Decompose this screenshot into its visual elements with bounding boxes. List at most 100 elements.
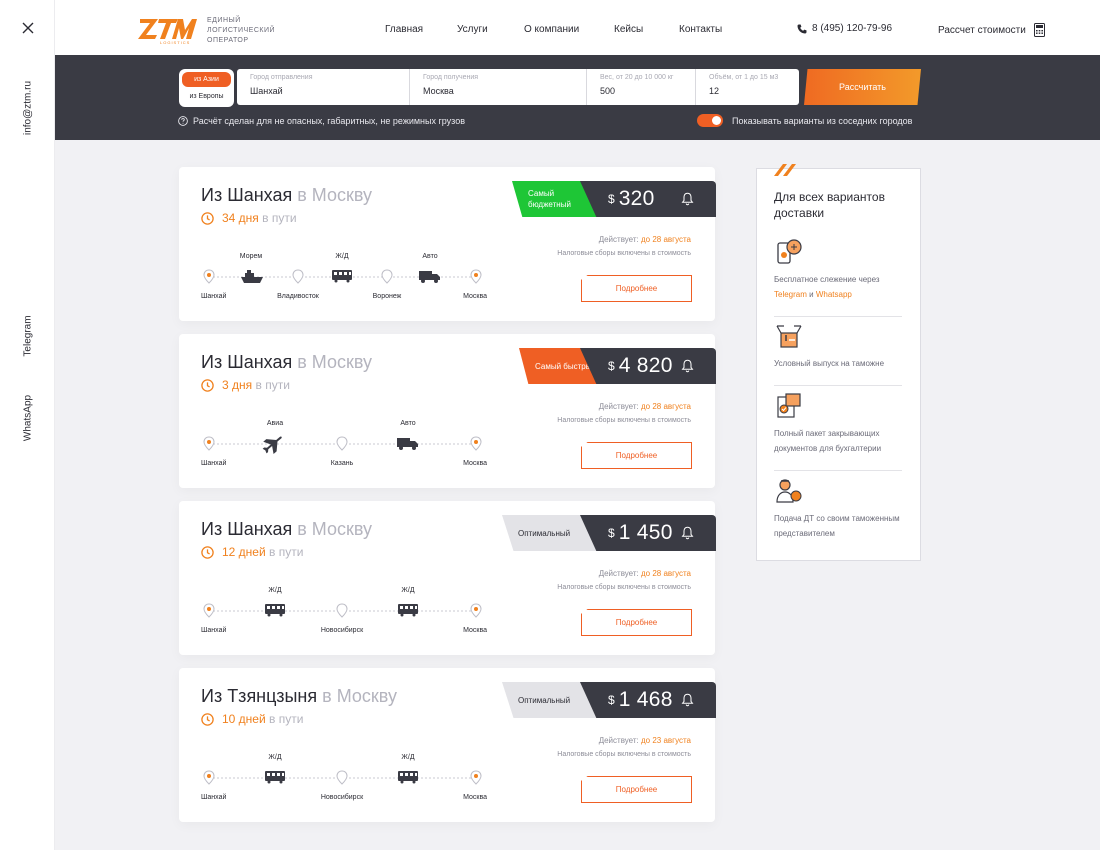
benefit-text: Бесплатное слежение через Telegram и What…: [774, 272, 906, 302]
offer-title: Из Тзянцзыня в Москву: [201, 686, 397, 707]
pin-icon: [470, 436, 482, 451]
pin-icon: [336, 436, 348, 451]
details-button[interactable]: Подробнее: [581, 442, 692, 469]
clock-icon: [201, 545, 214, 559]
clock-icon: [201, 211, 214, 225]
valid-label: Действует:: [598, 736, 639, 745]
nearby-cities-label: Показывать варианты из соседних городов: [732, 115, 913, 126]
valid-label: Действует:: [598, 569, 639, 578]
phone-number: 8 (495) 120-79-96: [812, 23, 893, 34]
offer-days-suffix: в пути: [262, 211, 297, 225]
divider: [774, 316, 902, 317]
pin-icon: [203, 436, 215, 451]
bell-icon[interactable]: [681, 526, 694, 540]
benefit-item: Условный выпуск на таможне: [774, 321, 906, 386]
stop-label: Казань: [331, 460, 354, 467]
sidebar-whatsapp-link[interactable]: WhatsApp: [23, 395, 34, 441]
mode-label: Морем: [240, 253, 263, 260]
offer-days-suffix: в пути: [255, 378, 290, 392]
benefits-panel: Для всех вариантов доставки Бесплатное с…: [756, 164, 921, 561]
clock-icon: [201, 712, 214, 726]
cargo-note: Расчёт сделан для не опасных, габаритных…: [178, 116, 465, 126]
telegram-link[interactable]: Telegram: [774, 290, 807, 299]
nav-cases[interactable]: Кейсы: [614, 24, 643, 35]
calc-cost-link[interactable]: Рассчет стоимости: [938, 23, 1045, 37]
train-icon: [398, 771, 418, 784]
pin-icon: [470, 770, 482, 785]
offer-card: Из Тзянцзыня в Москву 10 дней в пути Опт…: [179, 668, 716, 822]
bell-icon[interactable]: [681, 359, 694, 373]
nearby-cities-toggle[interactable]: [697, 114, 723, 127]
pin-icon: [203, 603, 215, 618]
benefit-text: Полный пакет закрывающих документов для …: [774, 429, 882, 453]
volume-input[interactable]: [709, 86, 786, 96]
results-area: Из Шанхая в Москву 34 дня в пути Самый б…: [55, 140, 1100, 850]
nav-home[interactable]: Главная: [385, 24, 423, 35]
to-city-input[interactable]: [423, 86, 573, 96]
nav-services[interactable]: Услуги: [457, 24, 488, 35]
sidebar-email-link[interactable]: info@ztm.ru: [23, 81, 34, 135]
offer-days-suffix: в пути: [269, 712, 304, 726]
phone-icon: [797, 24, 807, 33]
details-button[interactable]: Подробнее: [581, 776, 692, 803]
pin-icon: [292, 269, 304, 284]
top-header: LOGISTICS Единый логистический оператор …: [55, 0, 1100, 55]
offer-days: 10 дней: [222, 712, 266, 726]
sidebar-telegram-link[interactable]: Telegram: [23, 315, 34, 356]
weight-input[interactable]: [600, 86, 682, 96]
valid-date: до 28 августа: [640, 569, 691, 578]
mode-label: Авиа: [267, 420, 283, 427]
price-amount: 1 468: [618, 688, 673, 711]
offer-days: 34 дня: [222, 211, 259, 225]
benefit-item: Бесплатное слежение через Telegram и What…: [774, 237, 906, 317]
stop-label: Новосибирск: [321, 793, 364, 801]
offer-destination: в Москву: [322, 686, 397, 706]
train-icon: [398, 604, 418, 617]
offer-card: Из Шанхая в Москву 3 дня в пути Самый бы…: [179, 334, 716, 488]
offer-days: 3 дня: [222, 378, 253, 392]
to-city-field[interactable]: Город получения: [410, 69, 587, 105]
calculator-icon: [1033, 23, 1045, 37]
stop-label: Новосибирск: [321, 626, 364, 634]
volume-field[interactable]: Объём, от 1 до 15 м3: [696, 69, 799, 105]
details-button[interactable]: Подробнее: [581, 609, 692, 636]
region-europe-option[interactable]: из Европы: [182, 89, 231, 104]
mode-label: Ж/Д: [401, 587, 414, 594]
offer-destination: в Москву: [297, 352, 373, 372]
stop-label: Москва: [463, 794, 487, 801]
details-button[interactable]: Подробнее: [581, 275, 692, 302]
customs-broker-icon: [776, 479, 802, 503]
price-currency: $: [608, 693, 615, 707]
close-icon[interactable]: [19, 19, 37, 37]
offer-title: Из Шанхая в Москву: [201, 519, 372, 540]
nav-contacts[interactable]: Контакты: [679, 24, 722, 35]
route-diagram: Морем Ж/Д Авто Шанхай Владивосток Вороне…: [201, 253, 487, 300]
from-city-input[interactable]: [250, 86, 396, 96]
stop-label: Москва: [463, 627, 487, 634]
weight-field[interactable]: Вес, от 20 до 10 000 кг: [587, 69, 696, 105]
offer-taxes: Налоговые сборы включены в стоимость: [557, 250, 691, 257]
mode-label: Ж/Д: [268, 587, 281, 594]
svg-text:LOGISTICS: LOGISTICS: [160, 40, 190, 45]
bell-icon[interactable]: [681, 693, 694, 707]
offer-card: Из Шанхая в Москву 12 дней в пути Оптима…: [179, 501, 716, 655]
ship-icon: [241, 270, 263, 283]
offer-valid: Действует: до 28 августа: [599, 235, 691, 244]
region-asia-option[interactable]: из Азии: [182, 72, 231, 87]
calculate-button[interactable]: Рассчитать: [804, 69, 921, 105]
from-city-field[interactable]: Город отправления: [237, 69, 410, 105]
pin-icon: [336, 770, 348, 785]
logo-tagline: Единый логистический оператор: [207, 17, 276, 44]
cargo-note-text: Расчёт сделан для не опасных, габаритных…: [193, 116, 465, 126]
benefits-title: Для всех вариантов доставки: [774, 190, 885, 220]
pin-icon: [336, 603, 348, 618]
bell-icon[interactable]: [681, 192, 694, 206]
ztm-logo[interactable]: LOGISTICS: [138, 17, 198, 45]
whatsapp-link[interactable]: Whatsapp: [816, 290, 852, 299]
phone-link[interactable]: 8 (495) 120-79-96: [797, 23, 892, 34]
mode-label: Ж/Д: [335, 253, 348, 260]
offer-taxes: Налоговые сборы включены в стоимость: [557, 417, 691, 424]
nav-about[interactable]: О компании: [524, 24, 579, 35]
mode-label: Авто: [422, 253, 437, 260]
pin-icon: [381, 269, 393, 284]
